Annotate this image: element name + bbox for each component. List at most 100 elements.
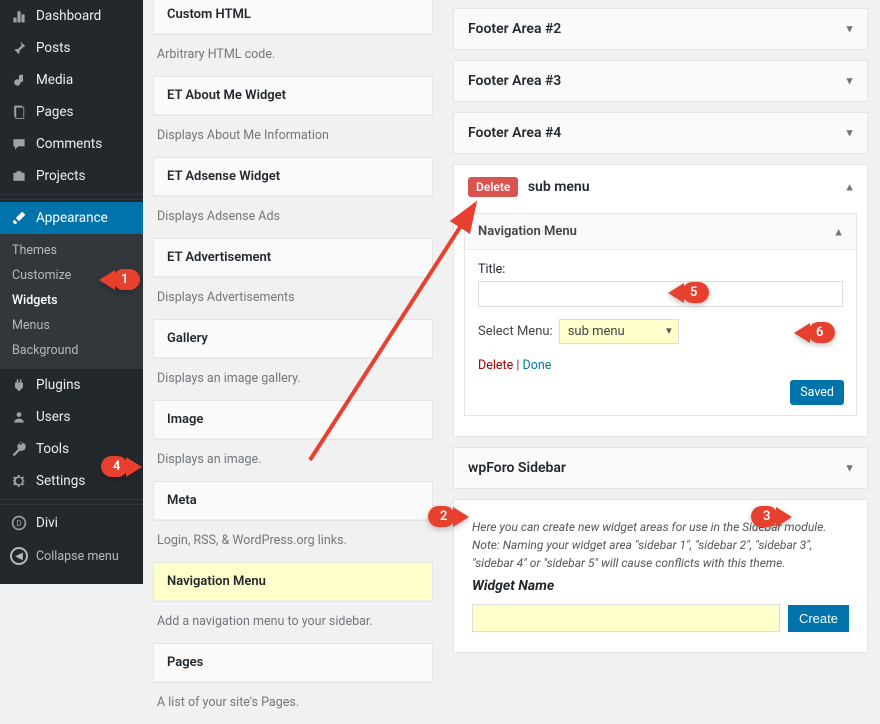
submenu-themes[interactable]: Themes	[0, 238, 143, 263]
widget-custom-html[interactable]: Custom HTML	[153, 0, 433, 35]
sub-menu-area: Delete sub menu ▲ Navigation Menu ▲ Titl…	[453, 164, 868, 437]
sidebar-areas-column: Footer Area #2 ▼ Footer Area #3 ▼ Footer…	[453, 0, 868, 663]
widget-desc: Displays an image.	[153, 440, 433, 481]
widget-meta[interactable]: Meta	[153, 481, 433, 521]
chevron-down-icon: ▼	[844, 75, 855, 88]
comment-icon	[10, 135, 28, 153]
area-toggle[interactable]: Footer Area #3 ▼	[454, 61, 867, 101]
plugin-icon	[10, 376, 28, 394]
sidebar-item-label: Posts	[36, 40, 70, 56]
footer-area-4: Footer Area #4 ▼	[453, 112, 868, 154]
widget-instance-title: Navigation Menu	[478, 224, 577, 239]
widget-desc: Add a navigation menu to your sidebar.	[153, 602, 433, 643]
sidebar-item-label: Comments	[36, 136, 102, 152]
widget-desc: Arbitrary HTML code.	[153, 35, 433, 76]
area-toggle[interactable]: Footer Area #4 ▼	[454, 113, 867, 153]
delete-widget-link[interactable]: Delete	[478, 358, 513, 373]
title-input[interactable]	[478, 281, 843, 307]
sidebar-item-appearance[interactable]: Appearance	[0, 202, 143, 234]
widget-name-input[interactable]	[472, 604, 780, 632]
sidebar-separator	[0, 194, 143, 200]
area-toggle[interactable]: wpForo Sidebar ▼	[454, 448, 867, 488]
saved-button[interactable]: Saved	[790, 380, 844, 405]
sidebar-item-label: Media	[36, 72, 73, 88]
sidebar-item-label: Users	[36, 409, 70, 425]
area-title: wpForo Sidebar	[468, 460, 566, 476]
delete-area-button[interactable]: Delete	[468, 177, 518, 197]
sidebar-item-label: Appearance	[36, 210, 108, 226]
create-button[interactable]: Create	[788, 605, 849, 632]
collapse-menu[interactable]: ◀ Collapse menu	[0, 539, 143, 573]
footer-area-2: Footer Area #2 ▼	[453, 8, 868, 50]
widget-title: ET Adsense Widget	[154, 158, 432, 196]
gear-icon	[10, 472, 28, 490]
admin-sidebar: Dashboard Posts Media Pages Comments Pro…	[0, 0, 143, 584]
sidebar-item-plugins[interactable]: Plugins	[0, 369, 143, 401]
widget-title: ET Advertisement	[154, 239, 432, 277]
widget-desc: Displays an image gallery.	[153, 359, 433, 400]
chevron-down-icon: ▼	[844, 462, 855, 475]
widget-title: Gallery	[154, 320, 432, 358]
area-toggle[interactable]: Footer Area #2 ▼	[454, 9, 867, 49]
sidebar-item-label: Projects	[36, 168, 86, 184]
widget-title: Navigation Menu	[154, 563, 432, 601]
widget-toggle[interactable]: Navigation Menu ▲	[465, 214, 856, 250]
sidebar-item-projects[interactable]: Projects	[0, 160, 143, 192]
area-body: Navigation Menu ▲ Title: Select Menu: su…	[454, 213, 867, 428]
chevron-down-icon: ▼	[844, 23, 855, 36]
sidebar-item-pages[interactable]: Pages	[0, 96, 143, 128]
submenu-widgets[interactable]: Widgets	[0, 288, 143, 313]
collapse-label: Collapse menu	[36, 549, 119, 564]
submenu-customize[interactable]: Customize	[0, 263, 143, 288]
sidebar-separator	[0, 499, 143, 505]
widget-gallery[interactable]: Gallery	[153, 319, 433, 359]
title-label: Title:	[478, 262, 843, 277]
sidebar-item-divi[interactable]: D Divi	[0, 507, 143, 539]
menu-select[interactable]: sub menu	[559, 319, 679, 344]
sidebar-item-comments[interactable]: Comments	[0, 128, 143, 160]
widget-desc: A list of your site's Pages.	[153, 683, 433, 724]
main-content: Custom HTML Arbitrary HTML code. ET Abou…	[143, 0, 880, 584]
footer-area-3: Footer Area #3 ▼	[453, 60, 868, 102]
chevron-up-icon: ▲	[844, 181, 855, 194]
pin-icon	[10, 39, 28, 57]
sidebar-item-tools[interactable]: Tools	[0, 433, 143, 465]
sidebar-item-label: Dashboard	[36, 8, 101, 24]
widget-et-about-me[interactable]: ET About Me Widget	[153, 76, 433, 116]
widget-image[interactable]: Image	[153, 400, 433, 440]
sidebar-item-users[interactable]: Users	[0, 401, 143, 433]
portfolio-icon	[10, 167, 28, 185]
widget-et-adsense[interactable]: ET Adsense Widget	[153, 157, 433, 197]
area-toggle[interactable]: Delete sub menu ▲	[454, 165, 867, 209]
area-title: Footer Area #3	[468, 73, 561, 89]
sidebar-item-dashboard[interactable]: Dashboard	[0, 0, 143, 32]
widget-title: ET About Me Widget	[154, 77, 432, 115]
sidebar-item-label: Settings	[36, 473, 85, 489]
submenu-background[interactable]: Background	[0, 338, 143, 363]
sidebar-item-media[interactable]: Media	[0, 64, 143, 96]
chevron-up-icon: ▲	[833, 225, 844, 238]
widget-actions: Delete | Done	[478, 358, 843, 373]
dashboard-icon	[10, 7, 28, 25]
widget-desc: Displays Adsense Ads	[153, 197, 433, 238]
widget-pages[interactable]: Pages	[153, 643, 433, 683]
sidebar-item-label: Pages	[36, 104, 74, 120]
done-link[interactable]: Done	[522, 358, 551, 373]
widget-title: Image	[154, 401, 432, 439]
widget-title: Pages	[154, 644, 432, 682]
page-icon	[10, 103, 28, 121]
creator-note1: Here you can create new widget areas for…	[472, 518, 849, 536]
chevron-down-icon: ▼	[844, 127, 855, 140]
widget-et-advertisement[interactable]: ET Advertisement	[153, 238, 433, 278]
sidebar-item-settings[interactable]: Settings	[0, 465, 143, 497]
media-icon	[10, 71, 28, 89]
select-menu-label: Select Menu:	[478, 324, 553, 339]
area-title: Footer Area #2	[468, 21, 561, 37]
available-widgets-column: Custom HTML Arbitrary HTML code. ET Abou…	[153, 0, 433, 724]
submenu-menus[interactable]: Menus	[0, 313, 143, 338]
divi-icon: D	[10, 514, 28, 532]
widget-title: Meta	[154, 482, 432, 520]
widget-navigation-menu[interactable]: Navigation Menu	[153, 562, 433, 602]
sidebar-item-posts[interactable]: Posts	[0, 32, 143, 64]
brush-icon	[10, 209, 28, 227]
